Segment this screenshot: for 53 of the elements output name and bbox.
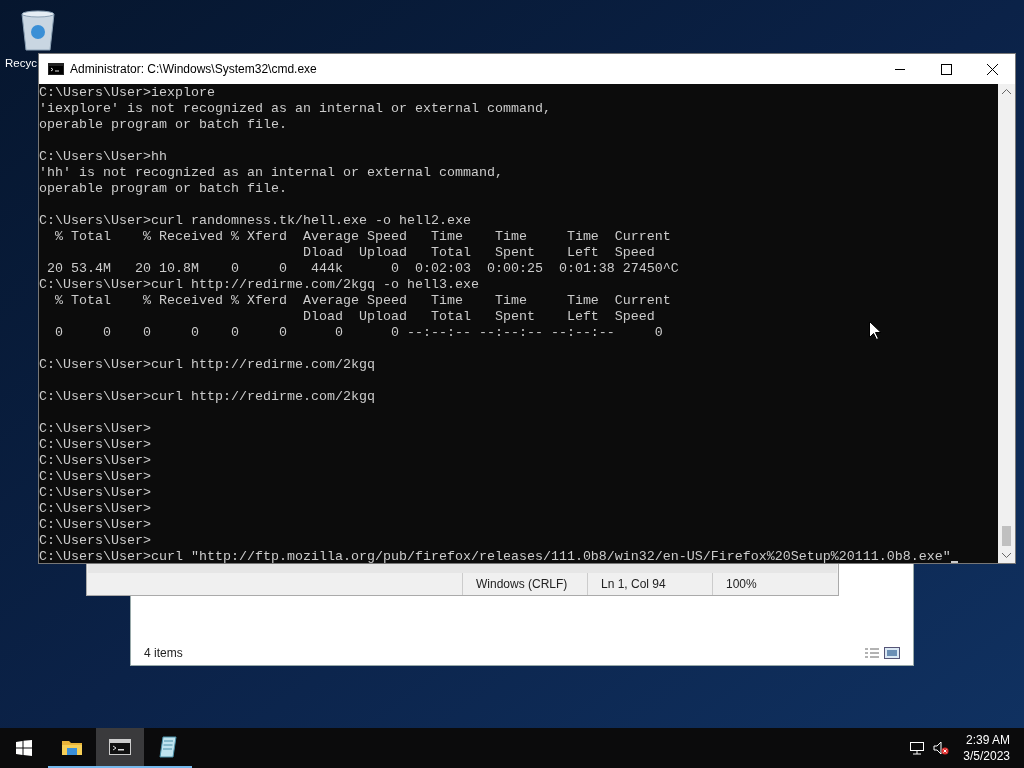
scrollbar[interactable] [998,84,1015,563]
console-line: C:\Users\User> [39,485,151,501]
close-icon [986,63,998,75]
console-line: C:\Users\User>hh [39,149,167,165]
folder-icon [61,738,83,756]
console-icon [109,739,131,755]
console-line: C:\Users\User>curl http://redirme.com/2kgq [39,357,375,373]
large-icons-view-icon[interactable] [884,647,900,659]
scroll-thumb[interactable] [1002,526,1011,546]
status-bar-text: 100% [726,576,757,593]
console-line: C:\Users\User>curl randomness.tk/hell.exe -o hell2.exe [39,213,471,229]
console-line: 'hh' is not recognized as an internal or external command, [39,165,503,181]
console-line: C:\Users\User>curl "http://ftp.mozilla.org/pub/firefox/releases/111.0b8/win32/en-US/Firefox%20Setup%20111.0b8.exe" [39,549,951,563]
horizontal-scrollbar[interactable] [88,563,837,573]
console-line: % Total % Received % Xferd Average Speed Time Time Time Current [54,293,671,309]
minimize-icon [895,68,905,70]
console-line: C:\Users\User> [39,533,151,549]
clock-time: 2:39 AM [965,732,1010,748]
console-icon [48,63,64,75]
console-line: C:\Users\User>curl http://redirme.com/2kgq [39,389,375,405]
console-line: 'iexplore' is not recognized as an internal or external command, [39,101,551,117]
notepad-icon [158,736,178,758]
text-cursor [950,561,958,563]
console-line: 20 53.4M 20 10.8M 0 0 444k 0 0:02:03 0:00:25 0:01:38 27450^C [46,261,679,277]
console-line: C:\Users\User> [39,517,151,533]
windows-logo-icon [16,740,32,756]
taskbar-app-button[interactable] [96,728,144,768]
window-title: Administrator: C:\Windows\System32\cmd.exe [70,61,317,78]
console-line: C:\Users\User> [39,469,151,485]
clock[interactable]: 2:39 AM 3/5/2023 [963,732,1010,764]
status-bar-text: Windows (CRLF) [476,576,568,593]
console-line: Dload Upload Total Spent Left Speed [301,309,655,325]
console-line: operable program or batch file. [39,117,287,133]
console-line: C:\Users\User> [39,421,151,437]
desktop-icon-label: Recyc [4,56,37,70]
scroll-down-icon[interactable] [1002,552,1011,558]
status-bar-text: Ln 1, Col 94 [601,576,666,593]
mouse-pointer-icon [869,321,881,340]
console-line: 0 0 0 0 0 0 0 0 --:--:-- --:--:-- --:--:-- 0 [54,325,663,341]
clock-date: 3/5/2023 [963,748,1010,764]
console-line: operable program or batch file. [39,181,287,197]
console-line: % Total % Received % Xferd Average Speed Time Time Time Current [54,229,671,245]
recycle-bin-icon[interactable] [18,8,58,52]
item-count: 4 items [144,645,183,662]
scroll-up-icon[interactable] [1002,89,1011,95]
console-line: C:\Users\User>iexplore [39,85,215,101]
console-line: C:\Users\User>curl http://redirme.com/2kgq -o hell3.exe [39,277,479,293]
maximize-icon [940,63,952,75]
console-line: C:\Users\User> [39,453,151,469]
volume-muted-icon[interactable] [933,741,950,755]
console-line: C:\Users\User> [39,437,151,453]
console-line: C:\Users\User> [39,501,151,517]
console-line: Dload Upload Total Spent Left Speed [301,245,655,261]
